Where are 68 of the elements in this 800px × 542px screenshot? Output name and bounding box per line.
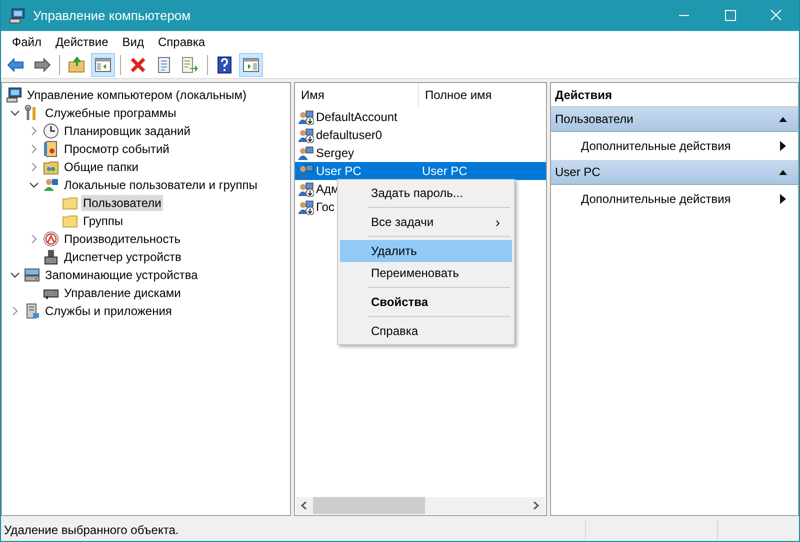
folder-icon [62, 195, 78, 211]
menu-item[interactable]: Все задачи › [340, 211, 512, 233]
console-tree-icon[interactable] [91, 53, 115, 77]
menu-item[interactable]: Свойства [340, 291, 512, 313]
menu-item[interactable]: Справка [151, 32, 212, 50]
submenu-arrow-icon [780, 194, 786, 204]
selected-row[interactable]: User PC User PC [295, 162, 546, 180]
tree-item[interactable]: Общие папки [62, 159, 140, 175]
computer-icon [6, 87, 22, 103]
menu-item[interactable]: Действие [48, 32, 116, 50]
tree-item[interactable]: Управление компьютером (локальным) [25, 87, 249, 103]
tree-item[interactable]: Управление дисками [62, 285, 183, 301]
tree-item[interactable]: Диспетчер устройств [62, 249, 184, 265]
expand-chevron-icon[interactable] [10, 306, 20, 316]
collapse-chevron-icon[interactable] [10, 270, 20, 280]
shared-folder-icon [43, 159, 59, 175]
server-icon [24, 303, 40, 319]
storage-icon [24, 267, 40, 283]
tree-item[interactable]: Группы [81, 213, 125, 229]
action-pane-icon[interactable] [239, 53, 263, 77]
device-icon [43, 249, 59, 265]
column-header[interactable]: Имя [295, 83, 419, 107]
actions-section-header[interactable]: User PC [551, 160, 798, 185]
expand-chevron-icon[interactable] [29, 144, 39, 154]
expand-chevron-icon[interactable] [29, 162, 39, 172]
menu-item[interactable]: Вид [115, 32, 151, 50]
full-name: User PC [421, 164, 468, 178]
user-name: defaultuser0 [316, 128, 384, 142]
scrollbar-thumb[interactable] [313, 497, 425, 514]
user-name: Sergey [316, 146, 356, 160]
user-name: User PC [316, 164, 362, 178]
menu-item[interactable]: Удалить [340, 240, 512, 262]
users-icon [43, 177, 59, 193]
window-title: Управление компьютером [33, 8, 192, 23]
tree-item[interactable]: Службы и приложения [43, 303, 174, 319]
expand-chevron-icon[interactable] [29, 126, 39, 136]
collapse-chevron-icon[interactable] [29, 180, 39, 190]
collapse-chevron-icon[interactable] [10, 108, 20, 118]
menu-item[interactable]: Задать пароль... [340, 182, 512, 204]
column-header[interactable]: Полное имя [419, 83, 492, 107]
collapse-triangle-icon[interactable] [778, 114, 788, 124]
tree-item[interactable]: Запоминающие устройства [43, 267, 200, 283]
submenu-arrow-icon [780, 141, 786, 151]
tree-item[interactable]: Служебные программы [43, 105, 178, 121]
tree-item[interactable]: Пользователи [81, 195, 164, 211]
actions-section-header[interactable]: Пользователи [551, 107, 798, 132]
action-link[interactable]: Дополнительные действия [581, 192, 731, 206]
section-title: User PC [555, 165, 600, 179]
section-title: Пользователи [555, 112, 634, 126]
folder-icon [62, 213, 78, 229]
user-name: Гос [316, 200, 336, 214]
expand-chevron-icon[interactable] [29, 234, 39, 244]
tree-item[interactable]: Просмотр событий [62, 141, 172, 157]
action-link[interactable]: Дополнительные действия [581, 139, 731, 153]
menu-item[interactable]: Переименовать [340, 262, 512, 284]
gauge-icon [43, 231, 59, 247]
menu-item[interactable]: Справка [340, 320, 512, 342]
clock-icon [43, 123, 59, 139]
collapse-triangle-icon[interactable] [778, 168, 788, 176]
tree-item[interactable]: Локальные пользователи и группы [62, 177, 260, 193]
menu-item[interactable]: Файл [5, 32, 49, 50]
tree-item[interactable]: Производительность [62, 231, 182, 247]
horizontal-scrollbar[interactable] [296, 497, 545, 514]
tree-item[interactable]: Планировщик заданий [62, 123, 192, 139]
user-name: DefaultAccount [316, 110, 398, 124]
computer-icon [9, 8, 25, 24]
event-log-icon [43, 141, 59, 157]
status-text: Удаление выбранного объекта. [3, 522, 180, 536]
